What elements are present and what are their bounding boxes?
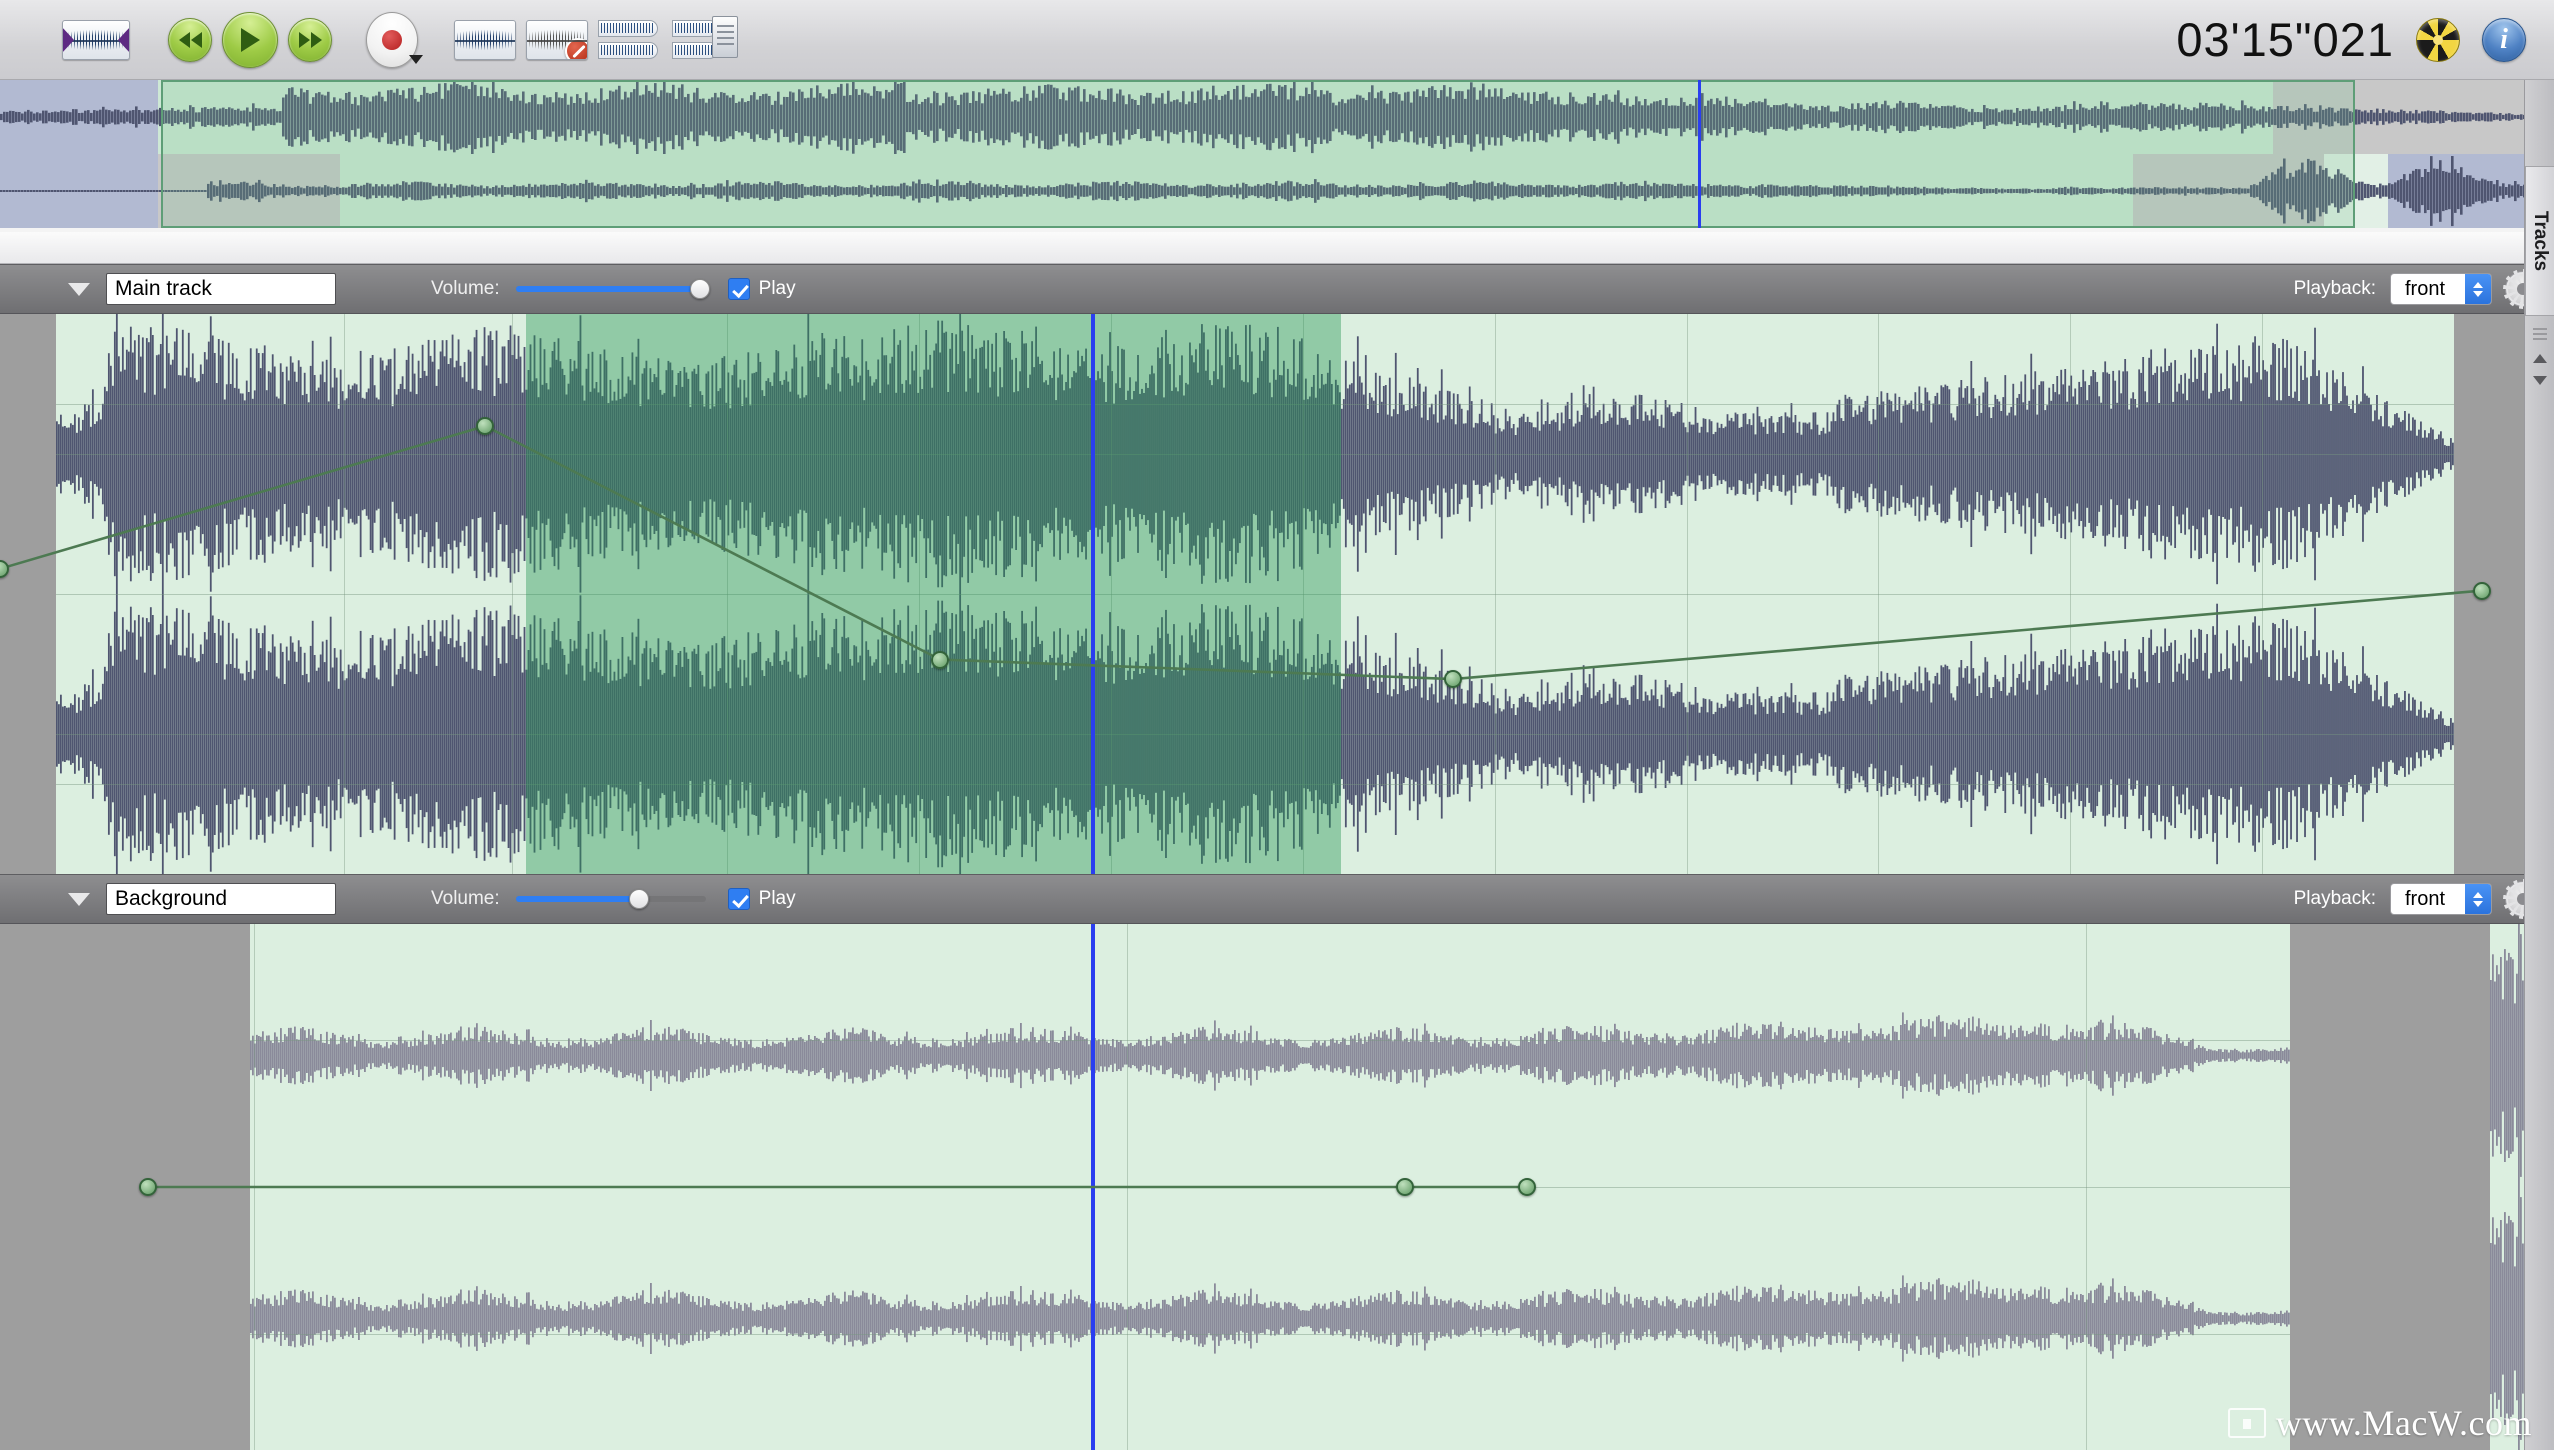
envelope-control-point[interactable] — [1395, 1178, 1414, 1196]
track-body-background[interactable] — [0, 924, 2554, 1450]
envelope-control-point[interactable] — [1518, 1178, 1537, 1196]
toolbar-button-group — [0, 11, 738, 68]
play-label-main: Play — [758, 278, 796, 299]
playhead-background[interactable] — [1090, 924, 1095, 1450]
toolbar-status-group: 03'15"021 i — [2176, 16, 2554, 63]
watermark: www.MacW.com — [2227, 1402, 2532, 1444]
audio-clip-background[interactable] — [250, 924, 2290, 1450]
stepper-arrows-icon-background[interactable] — [2465, 884, 2491, 914]
record-icon — [382, 29, 402, 50]
stepper-arrows-icon-main[interactable] — [2465, 274, 2491, 304]
rewind-button[interactable] — [168, 17, 212, 62]
grid-line-horizontal — [56, 784, 2454, 786]
play-label-background: Play — [758, 888, 796, 909]
select-waveform-button[interactable] — [62, 19, 130, 60]
envelope-control-point[interactable] — [1444, 670, 1463, 689]
overview-lane-main — [0, 80, 2554, 154]
disclosure-triangle-icon-background[interactable] — [68, 892, 90, 906]
tracks-tab-label: Tracks — [2530, 210, 2552, 272]
track-name-input-main[interactable]: Main track — [106, 273, 336, 305]
overview-waveform-main — [0, 80, 2554, 154]
trim-waveform-icon — [454, 19, 516, 60]
delete-waveform-button[interactable] — [526, 19, 588, 60]
scroll-up-arrow-icon[interactable] — [2533, 354, 2547, 363]
audio-editor-window: 03'15"021 i Main track Volume: Play Play… — [0, 0, 2554, 1450]
playback-value-background: front — [2405, 887, 2446, 910]
delete-waveform-icon — [526, 19, 588, 60]
rewind-icon — [178, 31, 202, 48]
timecode-display: 03'15"021 — [2176, 13, 2394, 66]
playback-label-main: Playback: — [2293, 278, 2376, 299]
volume-label-background: Volume: — [431, 888, 500, 909]
record-options-caret-icon[interactable] — [409, 54, 423, 64]
envelope-control-point[interactable] — [930, 650, 949, 669]
record-button[interactable] — [366, 11, 423, 68]
playback-value-main: front — [2405, 277, 2446, 300]
overview-playhead[interactable] — [1698, 80, 1702, 228]
fade-waveform-icon — [598, 19, 662, 61]
volume-label-main: Volume: — [431, 278, 500, 299]
track-name-input-background[interactable]: Background — [106, 883, 336, 915]
monitor-icon — [2227, 1408, 2266, 1438]
envelope-control-point[interactable] — [0, 559, 9, 578]
waveform-channel-right-background — [250, 1187, 2290, 1450]
export-waveform-button[interactable] — [672, 15, 738, 61]
grid-line-horizontal — [250, 1187, 2290, 1188]
right-rail: Tracks — [2524, 80, 2554, 1450]
playback-select-background[interactable]: front — [2390, 883, 2492, 915]
export-waveform-icon — [672, 15, 738, 61]
fast-forward-icon — [298, 31, 322, 48]
scroll-down-arrow-icon[interactable] — [2533, 376, 2547, 385]
grid-line-horizontal — [250, 1334, 2290, 1336]
trim-waveform-button[interactable] — [454, 19, 516, 60]
envelope-control-point[interactable] — [476, 417, 495, 435]
disclosure-triangle-icon-main[interactable] — [68, 282, 90, 296]
audio-clip-main[interactable] — [56, 314, 2454, 874]
select-waveform-icon — [62, 19, 130, 60]
burn-disc-icon[interactable] — [2416, 17, 2460, 62]
play-button[interactable] — [222, 11, 278, 68]
envelope-control-point[interactable] — [2473, 581, 2492, 600]
waveform-channel-left-background — [250, 924, 2290, 1187]
track-body-main[interactable] — [0, 314, 2554, 874]
tracks-tab[interactable]: Tracks — [2525, 166, 2554, 316]
overview-divider — [0, 232, 2554, 264]
main-toolbar: 03'15"021 i — [0, 0, 2554, 80]
playhead-main[interactable] — [1090, 314, 1095, 874]
playback-select-main[interactable]: front — [2390, 273, 2492, 305]
volume-slider-background[interactable] — [515, 887, 706, 911]
overview-strip[interactable] — [0, 80, 2554, 232]
track-header-background: Background Volume: Play Playback: front — [0, 874, 2554, 924]
playback-label-background: Playback: — [2293, 888, 2376, 909]
info-icon[interactable]: i — [2482, 17, 2526, 62]
overview-lane-background — [0, 154, 2554, 228]
play-checkbox-main[interactable] — [727, 278, 750, 300]
play-checkbox-background[interactable] — [727, 888, 750, 910]
grid-line-horizontal — [56, 454, 2454, 455]
fast-forward-button[interactable] — [288, 17, 332, 62]
track-header-main: Main track Volume: Play Playback: front — [0, 264, 2554, 314]
grid-line-horizontal — [56, 734, 2454, 735]
fade-waveform-button[interactable] — [598, 19, 662, 61]
watermark-text: www.MacW.com — [2275, 1403, 2532, 1443]
grid-line-horizontal — [56, 403, 2454, 405]
scroll-grip-icon[interactable] — [2533, 328, 2547, 342]
grid-line-horizontal — [56, 594, 2454, 595]
grid-line-horizontal — [250, 1039, 2290, 1041]
play-icon — [240, 27, 260, 52]
volume-slider-main[interactable] — [515, 277, 710, 301]
envelope-control-point[interactable] — [139, 1178, 158, 1196]
overview-waveform-background — [0, 156, 2554, 227]
